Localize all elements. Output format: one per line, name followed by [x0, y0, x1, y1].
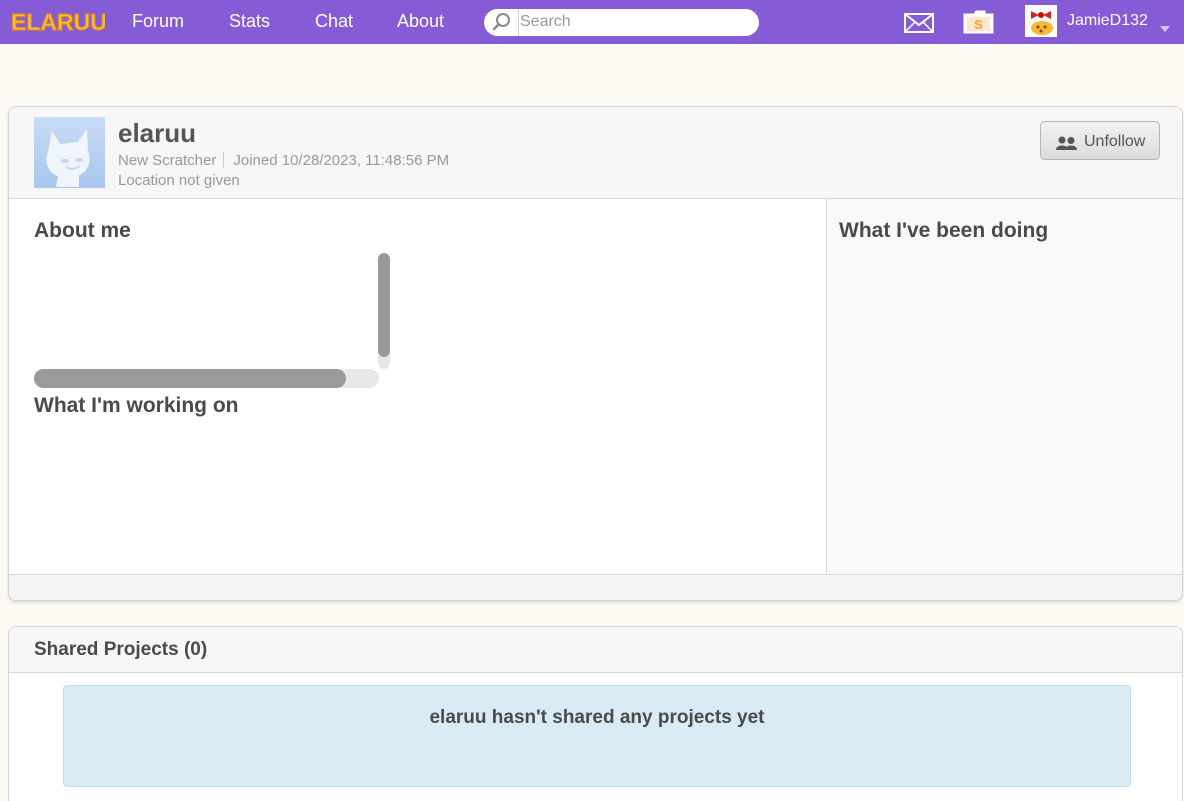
unfollow-button[interactable]: Unfollow	[1040, 121, 1160, 160]
site-logo[interactable]: ELARUU	[10, 7, 105, 37]
shared-projects-box: Shared Projects (0) elaruu hasn't shared…	[8, 626, 1183, 801]
profile-avatar	[34, 117, 105, 188]
nav-forum-link[interactable]: Forum	[132, 11, 184, 32]
about-column: About me What I'm working on	[9, 199, 826, 574]
profile-username: elaruu	[118, 118, 197, 148]
envelope-icon[interactable]	[904, 13, 934, 38]
search-box[interactable]	[484, 9, 759, 36]
site-logo-wordmark: ELARUU	[10, 8, 105, 35]
current-username[interactable]: JamieD132	[1067, 12, 1148, 30]
folder-icon[interactable]: S	[963, 9, 994, 39]
cat-avatar-icon	[46, 129, 90, 187]
about-me-heading: About me	[34, 219, 131, 242]
search-input[interactable]	[520, 11, 750, 33]
users-icon	[1056, 136, 1078, 155]
profile-joined-date: Joined 10/28/2023, 11:48:56 PM	[233, 152, 450, 169]
profile-box: elaruu New Scratcher Joined 10/28/2023, 1…	[8, 106, 1183, 601]
nav-about-link[interactable]: About	[397, 11, 444, 32]
nav-stats-link[interactable]: Stats	[229, 11, 270, 32]
about-horizontal-scrollbar[interactable]	[34, 369, 379, 388]
working-on-heading: What I'm working on	[34, 394, 239, 417]
empty-projects-notice: elaruu hasn't shared any projects yet	[63, 685, 1131, 787]
avatar[interactable]	[1025, 5, 1057, 37]
about-vertical-scrollbar[interactable]	[378, 253, 390, 369]
profile-location: Location not given	[118, 172, 240, 189]
site-logo-text: ELARUU	[11, 9, 105, 35]
search-icon[interactable]	[484, 9, 519, 36]
shared-projects-header: Shared Projects (0)	[9, 627, 1182, 673]
scrollbar-thumb[interactable]	[34, 369, 346, 388]
profile-rank: New Scratcher	[118, 152, 217, 169]
profile-footer	[9, 574, 1182, 600]
empty-projects-message: elaruu hasn't shared any projects yet	[429, 707, 765, 728]
scrollbar-thumb[interactable]	[378, 253, 390, 357]
what-ive-been-doing-heading: What I've been doing	[839, 219, 1049, 242]
chevron-down-icon[interactable]	[1160, 19, 1170, 37]
nav-chat-link[interactable]: Chat	[315, 11, 353, 32]
divider	[223, 152, 225, 168]
top-nav-bar: ELARUU Forum Stats Chat About Search S J…	[0, 0, 1184, 44]
shared-projects-title: Shared Projects (0)	[34, 639, 208, 660]
activity-column: What I've been doing	[826, 199, 1182, 574]
svg-text:S: S	[974, 17, 983, 32]
profile-header: elaruu New Scratcher Joined 10/28/2023, 1…	[9, 107, 1182, 199]
profile-meta: New Scratcher Joined 10/28/2023, 11:48:56…	[118, 152, 449, 169]
unfollow-label: Unfollow	[1084, 133, 1146, 150]
